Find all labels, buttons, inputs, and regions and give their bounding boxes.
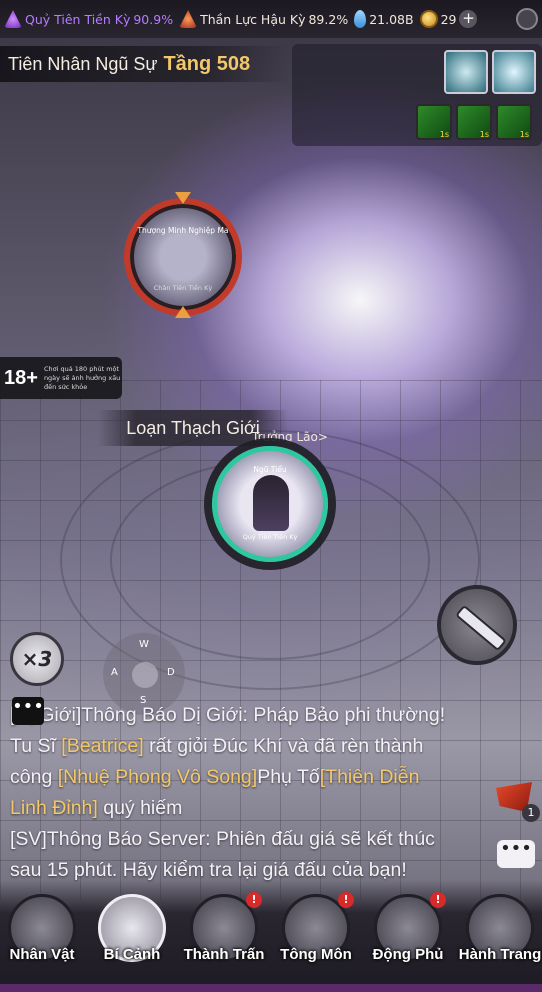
drop-icon [354,10,367,28]
spirit-stat[interactable]: 21.08B [354,10,414,28]
divine-power-label: Thần Lực Hậu Kỳ [200,11,306,27]
chat-line: [SV]Thông Báo Server: Phiên đấu giá sẽ k… [10,828,435,850]
nav-character[interactable]: Nhân Vật [0,894,84,984]
bottom-nav: Nhân Vật Bí Cảnh ! Thành Trấn ! Tông Môn… [0,880,542,992]
cultivation-label: Quỷ Tiên Tiền Kỳ [25,11,131,27]
sword-icon [457,607,505,649]
chat-line: công [Nhuệ Phong Vô Song]Phụ Tố[Thiên Di… [10,766,420,788]
heal-skill-icon[interactable]: 1s [416,104,452,140]
location-banner: Tiên Nhân Ngũ Sự Tầng 508 [0,46,290,82]
bottom-strip [0,984,542,992]
divine-power-value: 89.2% [308,11,349,27]
divine-power-stat[interactable]: Thần Lực Hậu Kỳ 89.2% [179,10,348,28]
joystick-a: A [111,667,118,678]
nav-sect[interactable]: ! Tông Môn [274,892,358,984]
chat-line: Linh Đỉnh] quý hiếm [10,797,183,819]
purple-realm-icon [4,10,22,28]
player-token[interactable]: Ngũ Tiểu Quỷ Tiên Tiền Kỳ [212,446,328,562]
joystick-w: W [139,639,149,650]
enemy-name: Thượng Minh Nghiệp Ma [137,226,229,235]
alert-badge: ! [430,892,446,908]
enemy-token[interactable]: Thượng Minh Nghiệp Ma Chân Tiên Tiền Kỳ [124,198,242,316]
age-warning-text: Chơi quá 180 phút một ngày sẽ ảnh hưởng … [43,364,121,391]
coin-stat[interactable]: 29 + [419,10,478,28]
item-link[interactable]: Linh Đỉnh] [10,797,98,819]
game-scene: Quỷ Tiên Tiền Kỳ 90.9% Thần Lực Hậu Kỳ 8… [0,0,542,992]
spirit-value: 21.08B [369,11,414,27]
red-power-icon [179,10,198,28]
chat-bubble-icon[interactable]: ••• [497,840,535,868]
elder-label[interactable]: Trưởng Lão> [252,430,328,444]
location-name: Tiên Nhân Ngũ Sự [8,53,158,74]
floor-number: Tầng 508 [163,52,251,75]
enemy-rank: Chân Tiên Tiền Kỳ [153,284,213,292]
nav-inventory[interactable]: Hành Trang [458,894,542,984]
chat-line: [Dị Giới]Thông Báo Dị Giới: Pháp Bảo phi… [10,704,446,726]
flag-count-badge: 1 [522,804,540,822]
age-rating: 18+ [4,366,38,389]
alert-badge: ! [338,892,354,908]
crystal-skill-icon[interactable] [492,50,536,94]
age-rating-badge: 18+ Chơi quá 180 phút một ngày sẽ ảnh hư… [0,357,122,399]
clock-icon[interactable] [516,8,538,30]
player-avatar [253,475,289,531]
nav-cave[interactable]: ! Động Phủ [366,892,450,984]
arrow-up-icon [175,306,191,318]
alert-badge: ! [246,892,262,908]
coin-value: 29 [440,11,457,27]
joystick-knob[interactable] [132,662,158,688]
blade-skill-icon[interactable]: 1s [456,104,492,140]
nav-town[interactable]: ! Thành Trấn [182,892,266,984]
player-name: Ngũ Tiểu [253,465,287,474]
coin-icon [419,10,438,28]
cultivation-value: 90.9% [133,11,174,27]
item-link[interactable]: [Thiên Diễn [320,766,420,788]
attack-button[interactable] [437,585,517,665]
arrow-down-icon [175,192,191,204]
speed-button[interactable]: ×3 [10,632,64,686]
wind-skill-icon[interactable] [444,50,488,94]
player-link[interactable]: [Beatrice] [61,735,143,757]
cultivation-stat[interactable]: Quỷ Tiên Tiền Kỳ 90.9% [4,10,173,28]
skill-panel: 1s 1s 1s [292,44,542,146]
joystick-d: D [167,667,175,678]
status-bar: Quỷ Tiên Tiền Kỳ 90.9% Thần Lực Hậu Kỳ 8… [0,0,542,38]
chat-toggle-icon[interactable]: ••• [12,697,44,725]
plus-icon[interactable]: + [459,10,478,28]
blade-skill-icon[interactable]: 1s [496,104,532,140]
player-rank: Quỷ Tiên Tiền Kỳ [242,533,298,541]
item-link[interactable]: [Nhuệ Phong Vô Song] [58,766,258,788]
nav-secret-realm[interactable]: Bí Cảnh [90,894,174,984]
chat-line: Tu Sĩ [Beatrice] rất giỏi Đúc Khí và đã … [10,735,424,757]
chat-log[interactable]: [Dị Giới]Thông Báo Dị Giới: Pháp Bảo phi… [10,700,490,886]
